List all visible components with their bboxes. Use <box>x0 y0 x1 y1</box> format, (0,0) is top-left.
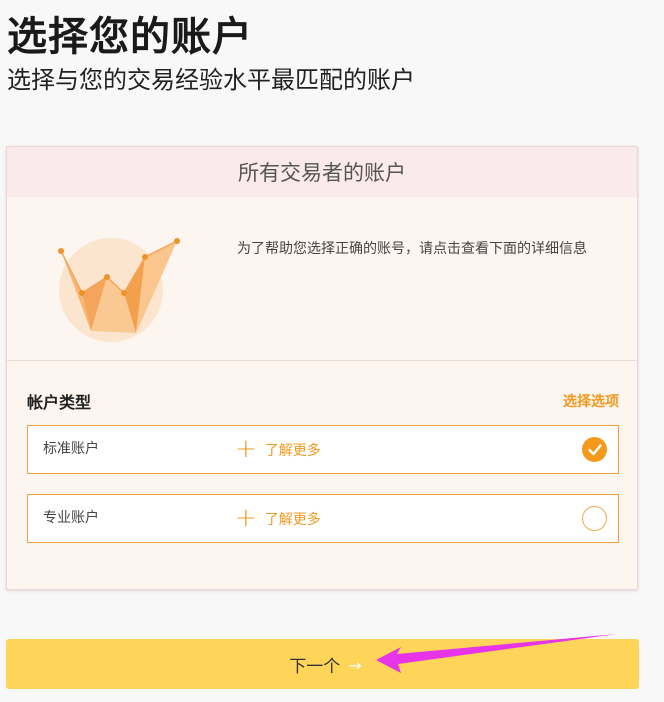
option-pro-account[interactable]: 专业账户 + 了解更多 <box>27 494 619 543</box>
checkmark-icon <box>587 443 602 455</box>
trading-chart-illustration <box>58 238 180 342</box>
learn-more-label: 了解更多 <box>264 442 321 459</box>
arrow-right-icon: → <box>348 656 362 675</box>
learn-more-link[interactable]: + 了解更多 <box>235 426 321 473</box>
next-button[interactable]: 下一个 → <box>6 639 639 689</box>
option-standard-account[interactable]: 标准账户 + 了解更多 <box>27 425 619 474</box>
plus-icon: + <box>235 502 257 533</box>
page-subtitle: 选择与您的交易经验水平最匹配的账户 <box>7 66 415 94</box>
account-card: 所有交易者的账户 为了帮助您选择正确的账号，请点击查看下面的详细信息 帐户类型 … <box>6 146 638 590</box>
card-divider <box>7 360 637 361</box>
next-button-label: 下一个 <box>289 656 341 677</box>
option-name: 标准账户 <box>43 441 99 457</box>
account-type-label: 帐户类型 <box>27 393 92 412</box>
page-title: 选择您的账户 <box>7 14 253 60</box>
plus-icon: + <box>235 433 257 464</box>
select-option-link[interactable]: 选择选项 <box>563 391 619 411</box>
learn-more-label: 了解更多 <box>264 511 321 528</box>
option-name: 专业账户 <box>43 510 99 526</box>
intro-text: 为了帮助您选择正确的账号，请点击查看下面的详细信息 <box>237 241 587 257</box>
check-circle-icon[interactable] <box>582 437 607 462</box>
empty-circle-icon[interactable] <box>582 506 607 531</box>
card-intro: 为了帮助您选择正确的账号，请点击查看下面的详细信息 <box>7 197 637 360</box>
learn-more-link[interactable]: + 了解更多 <box>235 495 321 542</box>
account-type-row: 帐户类型 选择选项 <box>27 389 619 413</box>
card-header: 所有交易者的账户 <box>7 147 637 197</box>
